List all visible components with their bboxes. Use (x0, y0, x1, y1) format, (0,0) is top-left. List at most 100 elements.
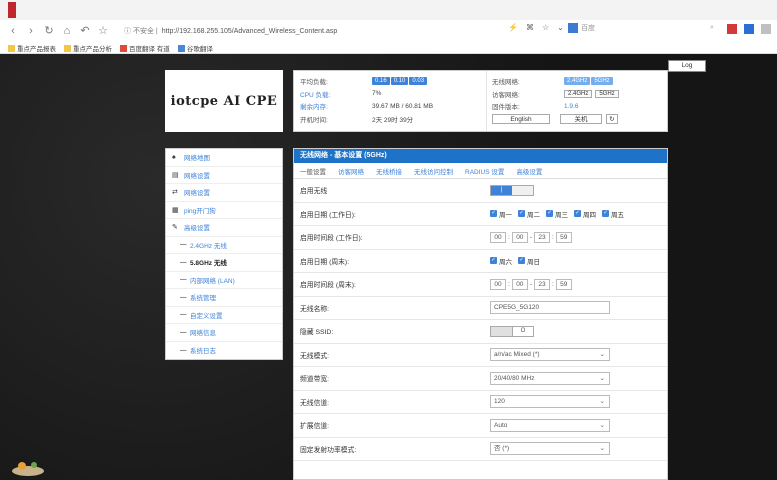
start-minute-input[interactable]: 00 (511, 278, 528, 290)
home-icon[interactable]: ⌂ (60, 24, 74, 38)
wrench-icon: ✎ (172, 224, 178, 232)
back-icon[interactable]: ‹ (6, 24, 20, 38)
start-hour-input[interactable]: 00 (490, 278, 506, 290)
sidebar-sub-label: 内部网络 (LAN) (190, 277, 235, 285)
cpu-label[interactable]: CPU 负载: (300, 89, 372, 99)
mode-select[interactable]: a/n/ac Mixed (*) ⌄ (490, 348, 610, 362)
star-icon[interactable]: ☆ (96, 24, 110, 38)
sidebar-sub-admin[interactable]: — 系统管理 (166, 289, 282, 307)
tab-access-control[interactable]: 无线访问控制 (414, 166, 453, 176)
check-icon: ✓ (574, 210, 581, 218)
translate-icon (120, 44, 127, 52)
guest-24-button[interactable]: 2.4GHz (564, 89, 593, 98)
mode-label: 无线模式: (300, 352, 330, 360)
bandwidth-value: 20/40/80 MHz (494, 374, 535, 382)
sidebar-sub-custom[interactable]: — 自定义设置 (166, 307, 282, 324)
language-button[interactable]: English (492, 113, 550, 124)
toggle-on (491, 326, 512, 336)
sidebar-sub-lan[interactable]: — 内部网络 (LAN) (166, 272, 282, 289)
checkbox-wed[interactable]: ✓ 周三 (546, 209, 568, 219)
refresh-icon[interactable]: ↻ (606, 113, 618, 124)
firmware-value[interactable]: 1.9.6 (564, 103, 578, 110)
forward-icon[interactable]: › (24, 24, 38, 38)
undo-icon[interactable]: ↶ (78, 24, 92, 38)
sidebar-item-ping-watchdog[interactable]: ▦ ping开门狗 (166, 202, 282, 219)
tab-bridge[interactable]: 无线桥接 (376, 166, 402, 176)
end-minute-input[interactable]: 59 (555, 278, 572, 290)
form-row: 启用日期 (工作日): ✓ 周一 ✓ 周二 ✓ 周三 ✓ 周四 ✓ 周五 (294, 203, 667, 226)
sidebar-item-network-settings[interactable]: ▤ 网络设置 (166, 167, 282, 184)
sidebar-sub-label: 网络信息 (190, 330, 216, 338)
sidebar-item-network-map[interactable]: ♠ 网络地图 (166, 149, 282, 167)
fixed-power-select[interactable]: 否 (*) ⌄ (490, 442, 610, 456)
bookmark-label: 谷歌翻译 (186, 46, 213, 53)
dropdown-icon[interactable]: ⌄ (557, 23, 564, 32)
search-icon[interactable]: ⌕ (710, 24, 720, 34)
toolbar-icons: ⌕ (710, 24, 771, 34)
guest-5-button[interactable]: 5GHz (595, 89, 619, 98)
bookmark-item[interactable]: 重点产品分析 (64, 43, 112, 53)
extension-icon-1[interactable] (727, 24, 737, 34)
grid-icon[interactable]: ⌘ (526, 23, 534, 32)
channel-value: 120 (494, 398, 505, 406)
memory-label[interactable]: 剩余内存: (300, 101, 372, 111)
end-hour-input[interactable]: 23 (533, 231, 550, 243)
start-hour-input[interactable]: 00 (490, 231, 506, 243)
menu-icon[interactable] (761, 24, 771, 34)
lightning-icon[interactable]: ⚡ (508, 23, 518, 32)
ssid-input[interactable]: CPE5G_5G120 (490, 301, 610, 315)
extension-icon-2[interactable] (744, 24, 754, 34)
sidebar-label: ping开门狗 (184, 207, 216, 215)
wireless-5-chip[interactable]: 5GHz (591, 77, 613, 86)
favorite-icon[interactable]: ☆ (542, 23, 549, 32)
chevron-down-icon: ⌄ (599, 445, 605, 453)
sidebar-sub-24ghz[interactable]: —2.4GHz 无线 (166, 237, 282, 254)
tab-general[interactable]: 一般设置 (300, 166, 326, 176)
page: Log iotcpe AI CPE 平均负载: 0.16 0.10 0.03 C… (0, 54, 777, 480)
bookmark-item[interactable]: 百度翻译 有道 (120, 43, 170, 53)
wireless-24-chip[interactable]: 2.4GHz (564, 77, 591, 86)
form-row: 固定发射功率模式: 否 (*) ⌄ (294, 438, 667, 461)
log-button[interactable]: Log (668, 60, 706, 72)
checkbox-sat[interactable]: ✓ 周六 (490, 256, 512, 266)
tab-radius[interactable]: RADIUS 设置 (465, 166, 504, 176)
start-minute-input[interactable]: 00 (511, 231, 528, 243)
dash-icon: — (180, 311, 187, 319)
sidebar-item-network-settings-2[interactable]: ⇄ 网络设置 (166, 184, 282, 202)
form-row: 启用时间段 (周末): 00: 00- 23: 59 (294, 273, 667, 297)
browser-navbar: ‹ › ↻ ⌂ ↶ ☆ ⓘ 不安全 | http://192.168.255.1… (0, 20, 777, 42)
enable-toggle[interactable]: | (490, 184, 534, 196)
hide-ssid-toggle[interactable]: O (490, 325, 534, 337)
sidebar-item-advanced[interactable]: ✎ 高级设置 (166, 219, 282, 237)
sidebar-sub-syslog[interactable]: — 系统日志 (166, 342, 282, 360)
search-engine-icon (568, 23, 578, 33)
search-box[interactable]: 百度 (568, 23, 595, 33)
bandwidth-select[interactable]: 20/40/80 MHz ⌄ (490, 371, 610, 385)
sidebar-sub-netinfo[interactable]: — 网络信息 (166, 324, 282, 342)
toggle-on: | (491, 185, 512, 195)
chevron-down-icon: ⌄ (599, 351, 605, 359)
load-label: 平均负载: (300, 79, 328, 87)
checkbox-fri[interactable]: ✓ 周五 (602, 209, 624, 219)
shutdown-button[interactable]: 关机 (560, 113, 602, 124)
bookmark-label: 百度翻译 有道 (129, 46, 170, 53)
checkbox-mon[interactable]: ✓ 周一 (490, 209, 512, 219)
day-label: 周六 (499, 258, 512, 266)
bookmark-item[interactable]: 谷歌翻译 (177, 43, 213, 53)
list-icon: ▤ (172, 171, 179, 179)
checkbox-sun[interactable]: ✓ 周日 (518, 256, 540, 266)
dash-icon: — (180, 241, 187, 249)
extension-select[interactable]: Auto ⌄ (490, 418, 610, 432)
tab-guest[interactable]: 访客网络 (338, 166, 364, 176)
reload-icon[interactable]: ↻ (42, 24, 56, 38)
end-hour-input[interactable]: 23 (533, 278, 550, 290)
checkbox-thu[interactable]: ✓ 周四 (574, 209, 596, 219)
tab-advanced[interactable]: 高级设置 (516, 166, 542, 176)
weekday-label: 启用日期 (工作日): (300, 211, 356, 219)
bookmark-item[interactable]: 重点产品报表 (8, 43, 56, 53)
checkbox-tue[interactable]: ✓ 周二 (518, 209, 540, 219)
channel-select[interactable]: 120 ⌄ (490, 395, 610, 409)
end-minute-input[interactable]: 59 (555, 231, 572, 243)
url-text[interactable]: http://192.168.255.105/Advanced_Wireless… (162, 28, 338, 35)
sidebar-sub-5ghz[interactable]: —5.8GHz 无线 (166, 254, 282, 272)
